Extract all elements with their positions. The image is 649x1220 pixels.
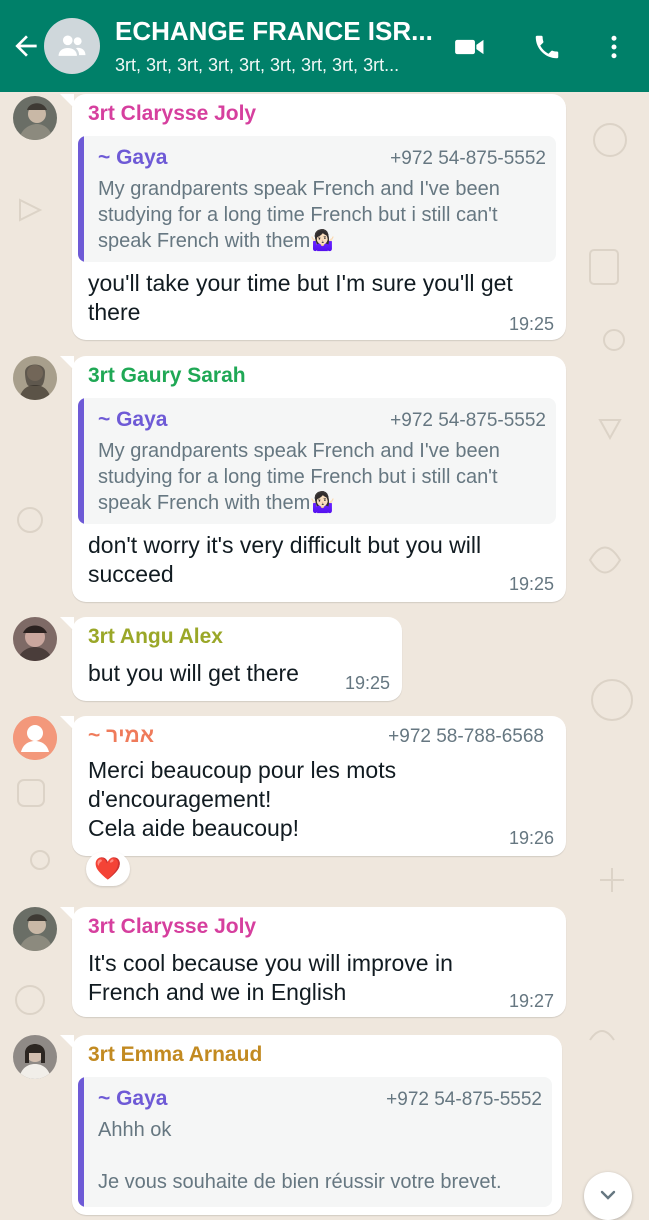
more-vert-icon[interactable] bbox=[597, 30, 631, 64]
chat-header: ECHANGE FRANCE ISR... 3rt, 3rt, 3rt, 3rt… bbox=[0, 0, 649, 92]
sender-name[interactable]: 3rt Emma Arnaud bbox=[88, 1043, 262, 1067]
message-text: Merci beaucoup pour les mots d'encourage… bbox=[88, 757, 397, 841]
quote-author: ~ Gaya bbox=[98, 1087, 168, 1110]
quote-text: Ahhh ok Je vous souhaite de bien réussir… bbox=[98, 1119, 502, 1193]
chevron-down-icon bbox=[600, 1190, 616, 1200]
quote-phone: +972 54-875-5552 bbox=[390, 148, 546, 169]
quote-accent-bar bbox=[78, 1077, 84, 1207]
sender-name[interactable]: ~ אמיר bbox=[88, 724, 154, 748]
reaction-badge[interactable]: ❤️ bbox=[86, 852, 130, 886]
message-time: 19:25 bbox=[508, 574, 554, 594]
sender-phone: +972 58-788-6568 bbox=[388, 726, 544, 747]
avatar[interactable] bbox=[13, 907, 57, 951]
phone-icon[interactable] bbox=[530, 30, 564, 64]
message-bubble[interactable]: 3rt Gaury Sarah ~ Gaya +972 54-875-5552 … bbox=[60, 356, 566, 602]
message-bubble[interactable]: 3rt Clarysse Joly It's cool because you … bbox=[60, 907, 566, 1017]
heart-icon: ❤️ bbox=[94, 856, 122, 881]
quoted-message[interactable]: ~ Gaya +972 54-875-5552 My grandparents … bbox=[78, 136, 556, 262]
message-text: don't worry it's very difficult but you … bbox=[88, 532, 482, 587]
message-bubble[interactable]: 3rt Angu Alex but you will get there 19:… bbox=[60, 617, 402, 701]
scroll-to-bottom-button[interactable] bbox=[584, 1172, 632, 1220]
avatar[interactable] bbox=[13, 1035, 57, 1079]
quote-accent-bar bbox=[78, 398, 84, 524]
chat-participants[interactable]: 3rt, 3rt, 3rt, 3rt, 3rt, 3rt, 3rt, 3rt, … bbox=[115, 55, 435, 76]
message-bubble[interactable]: ~ אמיר +972 58-788-6568 Merci beaucoup p… bbox=[60, 716, 566, 856]
quote-author: ~ Gaya bbox=[98, 408, 168, 431]
message-time: 19:25 bbox=[508, 314, 554, 334]
avatar[interactable] bbox=[13, 96, 57, 140]
group-icon bbox=[58, 35, 86, 56]
quote-phone: +972 54-875-5552 bbox=[390, 410, 546, 431]
quote-text: My grandparents speak French and I've be… bbox=[98, 178, 500, 252]
video-call-icon[interactable] bbox=[453, 30, 487, 64]
avatar[interactable] bbox=[13, 356, 57, 400]
message-text: It's cool because you will improve in Fr… bbox=[88, 950, 453, 1005]
message-time: 19:27 bbox=[508, 991, 554, 1011]
sender-name[interactable]: 3rt Clarysse Joly bbox=[88, 915, 256, 939]
quote-text: My grandparents speak French and I've be… bbox=[98, 440, 500, 514]
message-time: 19:26 bbox=[508, 828, 554, 848]
group-avatar[interactable] bbox=[44, 18, 100, 74]
quoted-message[interactable]: ~ Gaya +972 54-875-5552 Ahhh ok Je vous … bbox=[78, 1077, 552, 1207]
message-text: you'll take your time but I'm sure you'l… bbox=[88, 270, 513, 325]
quote-author: ~ Gaya bbox=[98, 146, 168, 169]
avatar[interactable] bbox=[13, 617, 57, 661]
avatar[interactable] bbox=[13, 716, 57, 760]
message-time: 19:25 bbox=[344, 673, 390, 693]
quote-phone: +972 54-875-5552 bbox=[386, 1089, 542, 1110]
sender-name[interactable]: 3rt Gaury Sarah bbox=[88, 364, 246, 388]
quote-accent-bar bbox=[78, 136, 84, 262]
arrow-left-icon[interactable] bbox=[10, 30, 42, 62]
sender-name[interactable]: 3rt Clarysse Joly bbox=[88, 102, 256, 126]
message-bubble[interactable]: 3rt Emma Arnaud ~ Gaya +972 54-875-5552 … bbox=[60, 1035, 562, 1215]
sender-name[interactable]: 3rt Angu Alex bbox=[88, 625, 223, 649]
message-bubble[interactable]: 3rt Clarysse Joly ~ Gaya +972 54-875-555… bbox=[60, 94, 566, 340]
default-avatar-icon bbox=[13, 716, 57, 760]
chat-title[interactable]: ECHANGE FRANCE ISR... bbox=[115, 16, 435, 47]
message-text: but you will get there bbox=[88, 660, 299, 686]
quoted-message[interactable]: ~ Gaya +972 54-875-5552 My grandparents … bbox=[78, 398, 556, 524]
